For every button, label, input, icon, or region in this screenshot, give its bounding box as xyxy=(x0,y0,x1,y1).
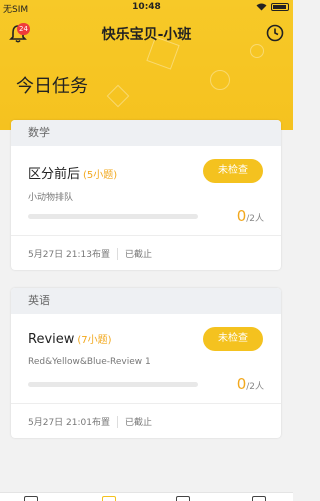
wifi-icon xyxy=(256,3,267,11)
assigned-date: 5月27日 21:13布置 xyxy=(28,250,110,260)
completion-count: 0/2人 xyxy=(237,375,264,393)
total-number: /2人 xyxy=(246,214,264,224)
task-name: Review xyxy=(28,332,75,347)
question-count: (7小题) xyxy=(77,335,112,346)
unchecked-button[interactable]: 未检查 xyxy=(203,159,263,183)
progress-bar xyxy=(28,214,198,219)
completion-count: 0/2人 xyxy=(237,207,264,225)
unchecked-button[interactable]: 未检查 xyxy=(203,327,263,351)
task-card[interactable]: 英语 Review (7小题) Red&Yellow&Blue-Review 1 … xyxy=(11,288,281,438)
subject-label: 英语 xyxy=(11,288,281,314)
task-footer: 5月27日 21:13布置 已截止 xyxy=(28,247,152,260)
decoration xyxy=(250,44,264,58)
divider xyxy=(11,235,281,236)
task-title: 区分前后 (5小题) xyxy=(28,163,117,182)
total-number: /2人 xyxy=(246,382,264,392)
task-subtitle: 小动物排队 xyxy=(28,193,74,203)
decoration xyxy=(106,84,130,108)
clock-icon[interactable] xyxy=(266,24,284,42)
status-bar: 无SIM 10:48 xyxy=(0,0,293,16)
decoration xyxy=(210,70,230,90)
task-footer: 5月27日 21:01布置 已截止 xyxy=(28,415,152,428)
divider xyxy=(11,403,281,404)
deadline-status: 已截止 xyxy=(124,250,152,260)
tab-icon[interactable] xyxy=(252,496,266,501)
assigned-date: 5月27日 21:01布置 xyxy=(28,418,110,428)
deadline-status: 已截止 xyxy=(124,418,152,428)
status-time: 10:48 xyxy=(132,2,161,12)
progress-bar xyxy=(28,382,198,387)
task-title: Review (7小题) xyxy=(28,331,112,347)
task-subtitle: Red&Yellow&Blue-Review 1 xyxy=(28,357,151,367)
tab-icon-active[interactable] xyxy=(102,496,116,501)
tab-icon[interactable] xyxy=(24,496,38,501)
completed-number: 0 xyxy=(236,375,247,393)
section-heading: 今日任务 xyxy=(16,76,88,97)
tab-icon[interactable] xyxy=(176,496,190,501)
page-title: 快乐宝贝-小班 xyxy=(101,27,192,43)
completed-number: 0 xyxy=(236,207,247,225)
battery-icon xyxy=(271,3,289,11)
tab-bar xyxy=(0,492,293,501)
question-count: (5小题) xyxy=(83,170,118,181)
header: 无SIM 10:48 24 快乐宝贝-小班 今日任务 xyxy=(0,0,293,130)
separator xyxy=(116,415,118,428)
separator xyxy=(116,247,118,260)
task-name: 区分前后 xyxy=(28,167,81,182)
subject-label: 数学 xyxy=(11,120,281,146)
task-card[interactable]: 数学 区分前后 (5小题) 小动物排队 未检查 0/2人 5月27日 21:13布… xyxy=(11,120,281,270)
